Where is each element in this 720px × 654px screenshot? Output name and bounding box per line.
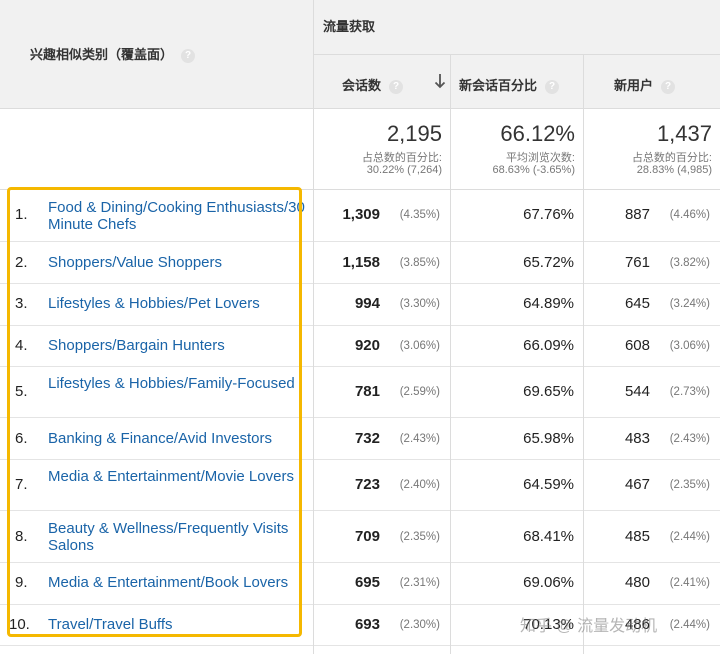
- row-new-session-pct: 69.65%: [523, 383, 574, 400]
- totals-new-users-value: 1,437: [656, 121, 712, 146]
- column-new-users-label: 新用户: [614, 78, 654, 93]
- totals-new-users: 1,437 占总数的百分比: 28.83% (4,985): [584, 109, 720, 189]
- dimension-header-label: 兴趣相似类别（覆盖面）: [30, 47, 174, 62]
- row-new-users-pct: (2.44%): [669, 619, 710, 631]
- row-new-users: 483: [624, 430, 650, 447]
- row-sessions: 723: [354, 476, 380, 493]
- column-sessions-label: 会话数: [342, 78, 382, 93]
- row-new-users-pct: (3.82%): [669, 257, 710, 269]
- row-new-session-pct: 67.76%: [523, 206, 574, 223]
- row-sessions-pct: (2.30%): [399, 619, 440, 631]
- row-new-session-pct: 66.09%: [523, 337, 574, 354]
- totals-sessions: 2,195 占总数的百分比: 30.22% (7,264): [314, 109, 450, 189]
- row-new-users: 887: [624, 206, 650, 223]
- row-new-users-pct: (2.44%): [669, 531, 710, 543]
- report-table: 兴趣相似类别（覆盖面）? 流量获取 会话数? 新会话百分比? 新用户? 2,19…: [0, 0, 720, 654]
- row-new-users-pct: (2.43%): [669, 433, 710, 445]
- row-sessions: 1,158: [342, 254, 380, 271]
- row-sessions-pct: (2.35%): [399, 531, 440, 543]
- row-new-session-pct: 65.72%: [523, 254, 574, 271]
- highlight-box: [7, 187, 302, 637]
- row-new-users-pct: (3.06%): [669, 340, 710, 352]
- column-header-new-users[interactable]: 新用户?: [584, 55, 720, 109]
- row-new-users: 480: [624, 574, 650, 591]
- totals-new-session-pct-detail: 68.63% (-3.65%): [492, 164, 575, 176]
- row-sessions-pct: (3.30%): [399, 298, 440, 310]
- help-icon[interactable]: ?: [545, 79, 560, 94]
- sort-descending-icon[interactable]: [434, 73, 446, 89]
- row-sessions-pct: (2.43%): [399, 433, 440, 445]
- row-sessions: 709: [354, 528, 380, 545]
- totals-new-session-pct-caption: 平均浏览次数:: [505, 152, 575, 164]
- dimension-header: 兴趣相似类别（覆盖面）?: [0, 0, 314, 109]
- row-sessions-pct: (2.31%): [399, 577, 440, 589]
- row-sessions-pct: (3.06%): [399, 340, 440, 352]
- row-new-users: 544: [624, 383, 650, 400]
- totals-sessions-value: 2,195: [386, 121, 442, 146]
- totals-sessions-detail: 30.22% (7,264): [366, 164, 442, 176]
- row-new-users: 645: [624, 295, 650, 312]
- help-icon[interactable]: ?: [661, 79, 676, 94]
- row-new-session-pct: 69.06%: [523, 574, 574, 591]
- column-divider: [313, 0, 314, 654]
- row-new-users-pct: (3.24%): [669, 298, 710, 310]
- row-new-session-pct: 64.59%: [523, 476, 574, 493]
- column-divider: [450, 55, 451, 654]
- totals-row: 2,195 占总数的百分比: 30.22% (7,264) 66.12% 平均浏…: [0, 109, 720, 190]
- row-sessions: 920: [354, 337, 380, 354]
- row-sessions: 732: [354, 430, 380, 447]
- column-header-sessions[interactable]: 会话数?: [314, 55, 450, 109]
- row-sessions: 1,309: [342, 206, 380, 223]
- row-sessions-pct: (3.85%): [399, 257, 440, 269]
- row-new-users: 485: [624, 528, 650, 545]
- row-sessions-pct: (2.59%): [399, 386, 440, 398]
- row-sessions: 994: [354, 295, 380, 312]
- totals-sessions-caption: 占总数的百分比:: [361, 152, 442, 164]
- row-new-users: 467: [624, 476, 650, 493]
- row-new-session-pct: 65.98%: [523, 430, 574, 447]
- totals-new-users-caption: 占总数的百分比:: [631, 152, 712, 164]
- row-new-session-pct: 64.89%: [523, 295, 574, 312]
- row-sessions-pct: (4.35%): [399, 209, 440, 221]
- row-new-session-pct: 68.41%: [523, 528, 574, 545]
- totals-new-session-pct: 66.12% 平均浏览次数: 68.63% (-3.65%): [451, 109, 583, 189]
- column-divider: [583, 55, 584, 654]
- row-new-users-pct: (2.73%): [669, 386, 710, 398]
- row-new-users-pct: (2.35%): [669, 479, 710, 491]
- row-sessions: 695: [354, 574, 380, 591]
- row-new-users-pct: (4.46%): [669, 209, 710, 221]
- column-new-session-pct-label: 新会话百分比: [459, 78, 538, 93]
- row-sessions-pct: (2.40%): [399, 479, 440, 491]
- row-new-users: 608: [624, 337, 650, 354]
- column-header-new-session-pct[interactable]: 新会话百分比?: [451, 55, 583, 109]
- watermark: 知乎 @ 流量发动机: [520, 618, 658, 635]
- help-icon[interactable]: ?: [389, 79, 404, 94]
- row-new-users: 761: [624, 254, 650, 271]
- acquisition-group-header: 流量获取: [314, 0, 720, 55]
- acquisition-group-label: 流量获取: [323, 19, 376, 34]
- totals-new-users-detail: 28.83% (4,985): [636, 164, 712, 176]
- help-icon[interactable]: ?: [181, 48, 196, 63]
- row-sessions: 693: [354, 616, 380, 633]
- totals-new-session-pct-value: 66.12%: [500, 121, 575, 146]
- row-sessions: 781: [354, 383, 380, 400]
- row-new-users-pct: (2.41%): [669, 577, 710, 589]
